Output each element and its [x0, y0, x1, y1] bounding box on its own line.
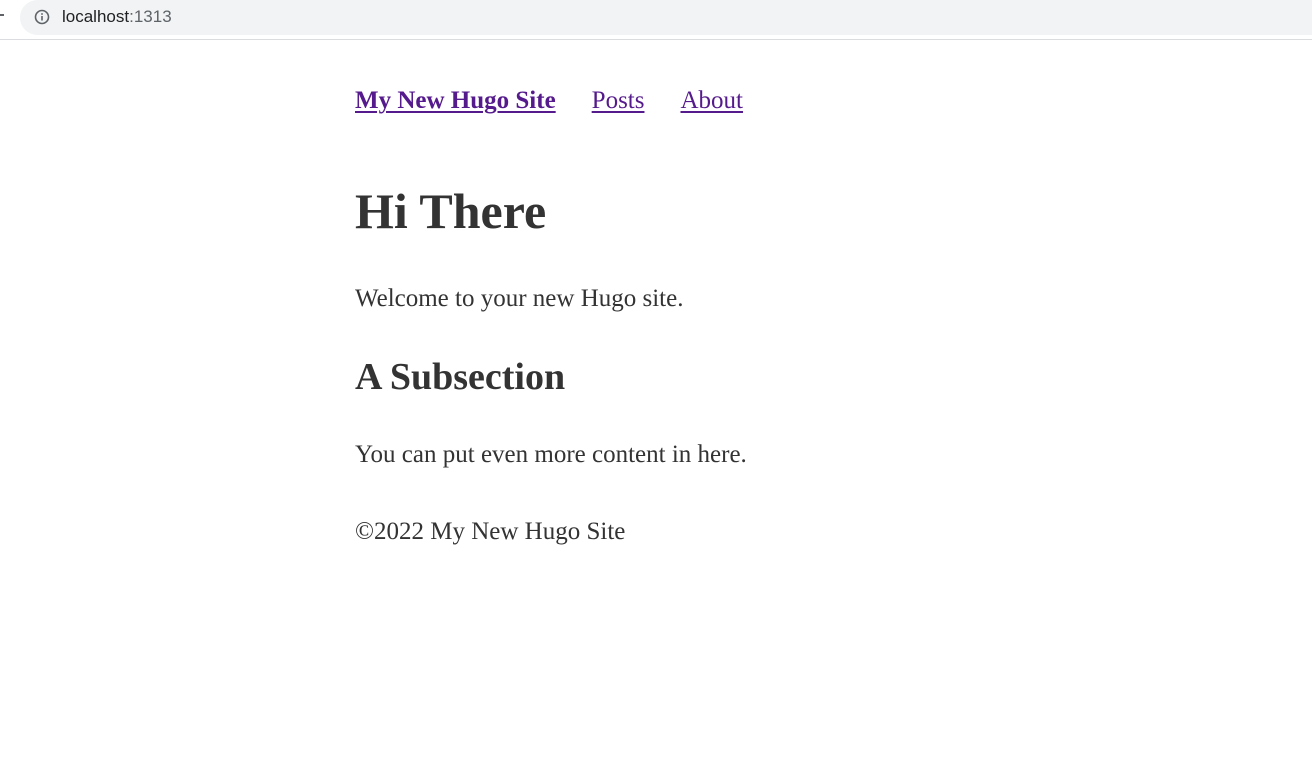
- url-port: :1313: [129, 7, 172, 26]
- page-title: Hi There: [355, 183, 547, 239]
- subsection-heading: A Subsection: [355, 356, 566, 398]
- site-title-link[interactable]: My New Hugo Site: [355, 87, 556, 114]
- browser-toolbar: localhost:1313: [0, 0, 1312, 40]
- site-nav: My New Hugo Site Posts About: [355, 86, 743, 116]
- url-host: localhost: [62, 7, 130, 26]
- address-bar[interactable]: localhost:1313: [20, 0, 1312, 35]
- nav-link-posts[interactable]: Posts: [592, 87, 645, 114]
- subsection-paragraph: You can put even more content in here.: [355, 441, 747, 468]
- site-footer: ©2022 My New Hugo Site: [355, 518, 626, 545]
- info-icon[interactable]: [34, 9, 50, 25]
- back-button-edge[interactable]: [0, 14, 4, 16]
- intro-paragraph: Welcome to your new Hugo site.: [355, 285, 684, 312]
- nav-link-about[interactable]: About: [680, 87, 743, 114]
- address-bar-url[interactable]: localhost:1313: [62, 7, 172, 27]
